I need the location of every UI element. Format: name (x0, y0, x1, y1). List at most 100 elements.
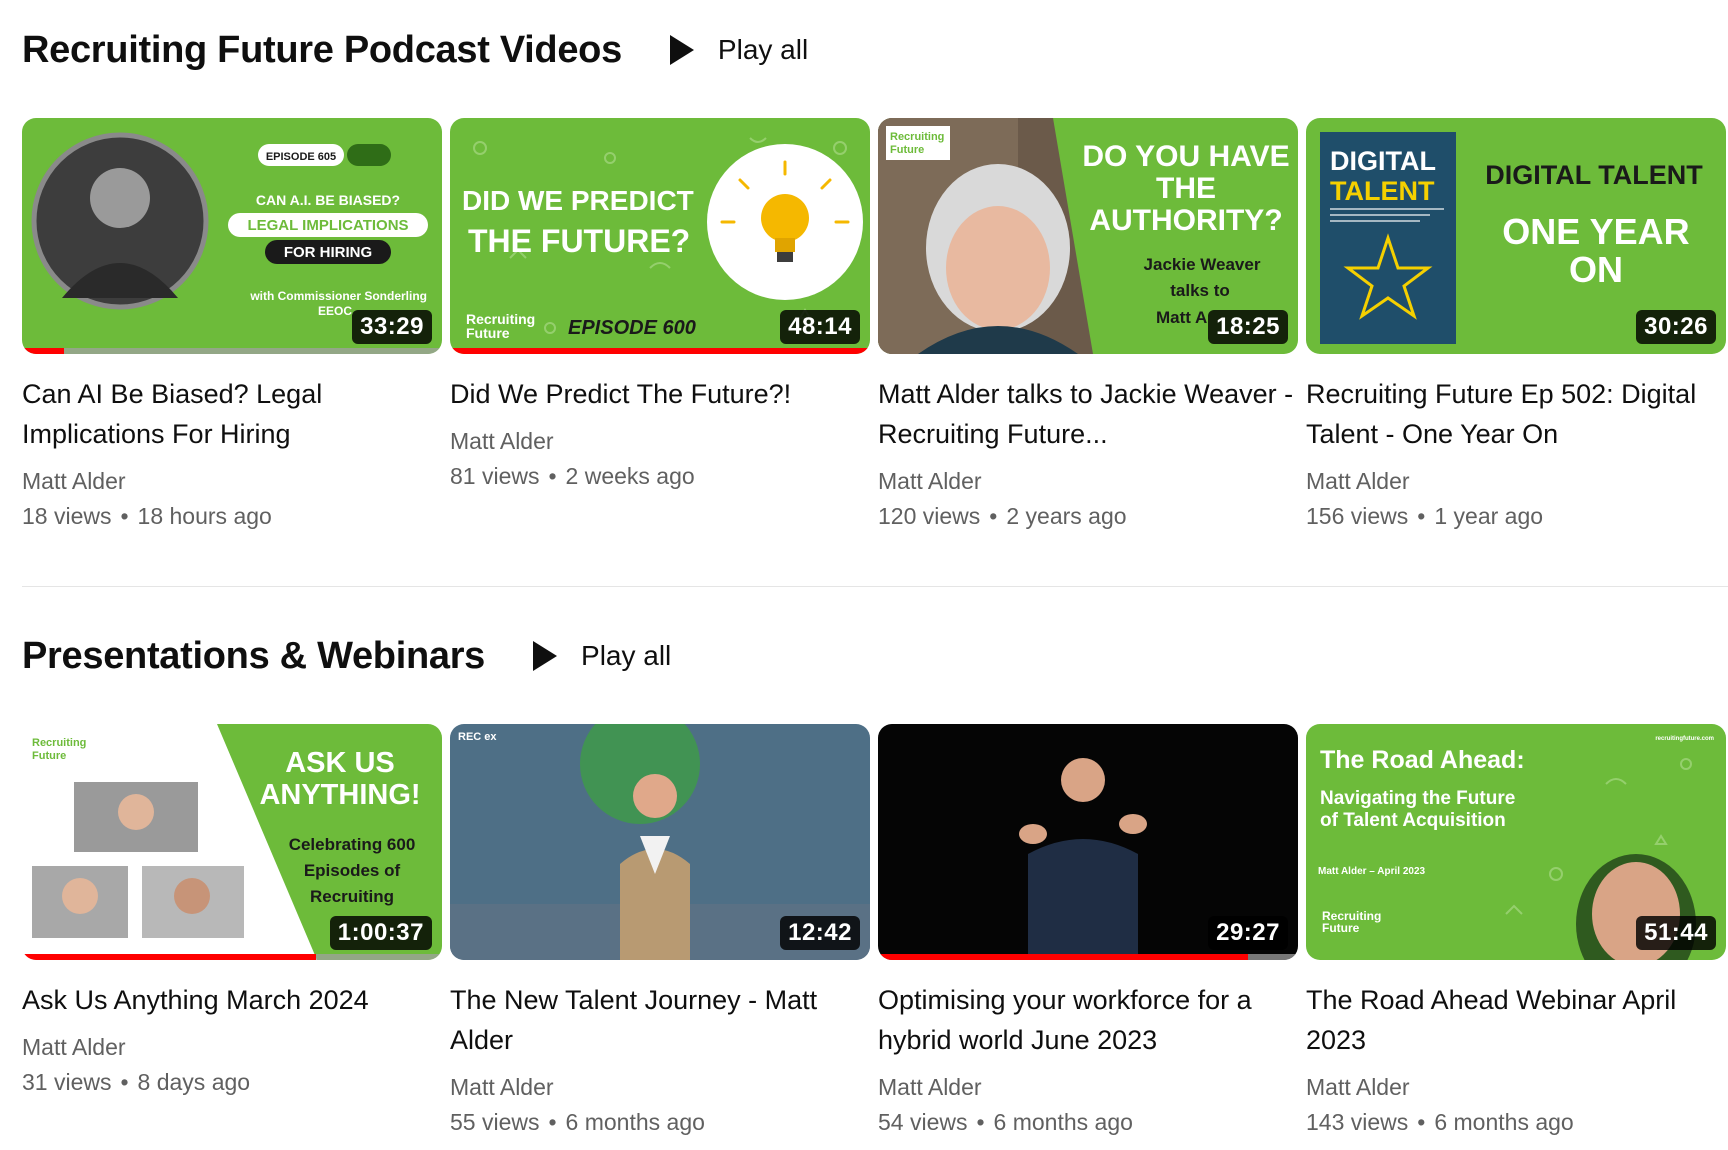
video-title[interactable]: Ask Us Anything March 2024 (22, 980, 442, 1020)
svg-text:The Road Ahead:: The Road Ahead: (1320, 746, 1525, 774)
svg-text:Future: Future (466, 325, 510, 341)
svg-text:ONE YEAR: ONE YEAR (1502, 211, 1689, 252)
view-count: 55 views (450, 1109, 540, 1135)
channel-name[interactable]: Matt Alder (450, 424, 870, 458)
svg-text:Future: Future (32, 750, 66, 762)
watch-progress-track (22, 348, 442, 354)
channel-name[interactable]: Matt Alder (450, 1070, 870, 1104)
watch-progress-bar (878, 954, 1248, 960)
view-count: 143 views (1306, 1109, 1409, 1135)
channel-name[interactable]: Matt Alder (1306, 1070, 1726, 1104)
shelf-header: Recruiting Future Podcast Videos Play al… (22, 0, 1728, 100)
upload-age: 8 days ago (137, 1069, 251, 1095)
shelf-divider (22, 586, 1728, 587)
video-card: REC ex 12:42 The New Talent Journey - Ma… (450, 724, 870, 1140)
play-all-button[interactable]: Play all (669, 34, 809, 66)
video-title[interactable]: Recruiting Future Ep 502: Digital Talent… (1306, 374, 1726, 454)
video-meta: 55 views • 6 months ago (450, 1104, 870, 1140)
duration-badge: 33:29 (352, 310, 432, 344)
svg-text:DIGITAL: DIGITAL (1330, 146, 1436, 176)
svg-text:ON: ON (1569, 249, 1623, 290)
separator-dot: • (548, 463, 557, 489)
video-card: DID WE PREDICT THE FUTURE? Recruiting Fu… (450, 118, 870, 494)
video-thumbnail[interactable]: REC ex 12:42 (450, 724, 870, 960)
play-all-button[interactable]: Play all (533, 640, 671, 672)
upload-age: 6 months ago (993, 1109, 1133, 1135)
video-title[interactable]: Optimising your workforce for a hybrid w… (878, 980, 1298, 1060)
video-title[interactable]: Did We Predict The Future?! (450, 374, 870, 414)
video-card: DIGITAL TALENT DIGITAL TALENT ONE YEAR O… (1306, 118, 1726, 534)
svg-text:Future: Future (1322, 921, 1360, 935)
channel-name[interactable]: Matt Alder (878, 464, 1298, 498)
view-count: 81 views (450, 463, 540, 489)
upload-age: 18 hours ago (137, 503, 272, 529)
video-meta: 54 views • 6 months ago (878, 1104, 1298, 1140)
video-meta: 31 views • 8 days ago (22, 1064, 442, 1100)
channel-name[interactable]: Matt Alder (1306, 464, 1726, 498)
svg-text:Matt A: Matt A (1156, 308, 1207, 327)
shelf-presentations-webinars: Presentations & Webinars Play all Recrui… (22, 606, 1728, 1144)
shelf-header: Presentations & Webinars Play all (22, 606, 1728, 706)
video-card: Recruiting Future DO YOU HAVE THE AUTHOR… (878, 118, 1298, 534)
view-count: 31 views (22, 1069, 112, 1095)
svg-text:EPISODE 600: EPISODE 600 (568, 317, 696, 339)
duration-badge: 12:42 (780, 916, 860, 950)
channel-name[interactable]: Matt Alder (22, 1030, 442, 1064)
play-all-label: Play all (717, 34, 809, 65)
video-meta: 156 views • 1 year ago (1306, 498, 1726, 534)
svg-text:THE FUTURE?: THE FUTURE? (468, 223, 690, 259)
watch-progress-track (878, 954, 1298, 960)
svg-text:THE: THE (1156, 172, 1216, 205)
video-thumbnail[interactable]: DIGITAL TALENT DIGITAL TALENT ONE YEAR O… (1306, 118, 1726, 354)
svg-text:TALENT: TALENT (1330, 176, 1435, 206)
duration-badge: 48:14 (780, 310, 860, 344)
svg-text:REC ex: REC ex (458, 731, 497, 743)
upload-age: 6 months ago (565, 1109, 705, 1135)
duration-badge: 51:44 (1636, 916, 1716, 950)
video-thumbnail[interactable]: 29:27 (878, 724, 1298, 960)
view-count: 54 views (878, 1109, 968, 1135)
shelf-title[interactable]: Recruiting Future Podcast Videos (22, 29, 622, 72)
channel-name[interactable]: Matt Alder (22, 464, 442, 498)
duration-badge: 30:26 (1636, 310, 1716, 344)
video-thumbnail[interactable]: DID WE PREDICT THE FUTURE? Recruiting Fu… (450, 118, 870, 354)
svg-text:EPISODE 605: EPISODE 605 (266, 151, 336, 163)
video-thumbnail[interactable]: Recruiting Future ASK US ANYTHING! Celeb… (22, 724, 442, 960)
separator-dot: • (548, 1109, 557, 1135)
watch-progress-track (450, 348, 870, 354)
video-title[interactable]: The Road Ahead Webinar April 2023 (1306, 980, 1726, 1060)
svg-text:CAN A.I. BE BIASED?: CAN A.I. BE BIASED? (256, 192, 400, 208)
video-thumbnail[interactable]: EPISODE 605 CAN A.I. BE BIASED? LEGAL IM… (22, 118, 442, 354)
video-card: EPISODE 605 CAN A.I. BE BIASED? LEGAL IM… (22, 118, 442, 534)
svg-text:with Commissioner Sonderling: with Commissioner Sonderling (249, 289, 427, 303)
svg-text:AUTHORITY?: AUTHORITY? (1089, 204, 1282, 237)
svg-text:Navigating the Future: Navigating the Future (1320, 788, 1515, 809)
separator-dot: • (976, 1109, 985, 1135)
video-title[interactable]: Can AI Be Biased? Legal Implications For… (22, 374, 442, 454)
video-title[interactable]: The New Talent Journey - Matt Alder (450, 980, 870, 1060)
upload-age: 6 months ago (1434, 1109, 1574, 1135)
watch-progress-bar (450, 348, 870, 354)
video-thumbnail[interactable]: Recruiting Future DO YOU HAVE THE AUTHOR… (878, 118, 1298, 354)
separator-dot: • (1417, 1109, 1426, 1135)
upload-age: 1 year ago (1434, 503, 1544, 529)
play-triangle-icon (669, 35, 694, 65)
separator-dot: • (120, 1069, 129, 1095)
watch-progress-track (22, 954, 442, 960)
svg-text:talks to: talks to (1170, 281, 1230, 300)
svg-text:Matt Alder – April 2023: Matt Alder – April 2023 (1318, 866, 1426, 877)
view-count: 18 views (22, 503, 112, 529)
video-grid: Recruiting Future ASK US ANYTHING! Celeb… (22, 724, 1728, 1144)
video-thumbnail[interactable]: The Road Ahead: Navigating the Future of… (1306, 724, 1726, 960)
svg-text:Episodes of: Episodes of (304, 861, 401, 880)
watch-progress-bar (22, 348, 64, 354)
video-title[interactable]: Matt Alder talks to Jackie Weaver - Recr… (878, 374, 1298, 454)
channel-name[interactable]: Matt Alder (878, 1070, 1298, 1104)
separator-dot: • (1417, 503, 1426, 529)
svg-text:Recruiting: Recruiting (890, 131, 944, 143)
video-meta: 81 views • 2 weeks ago (450, 458, 870, 494)
video-card: The Road Ahead: Navigating the Future of… (1306, 724, 1726, 1140)
svg-text:recruitingfuture.com: recruitingfuture.com (1655, 736, 1714, 742)
shelf-title[interactable]: Presentations & Webinars (22, 635, 485, 678)
shelf-podcast-videos: Recruiting Future Podcast Videos Play al… (22, 0, 1728, 538)
